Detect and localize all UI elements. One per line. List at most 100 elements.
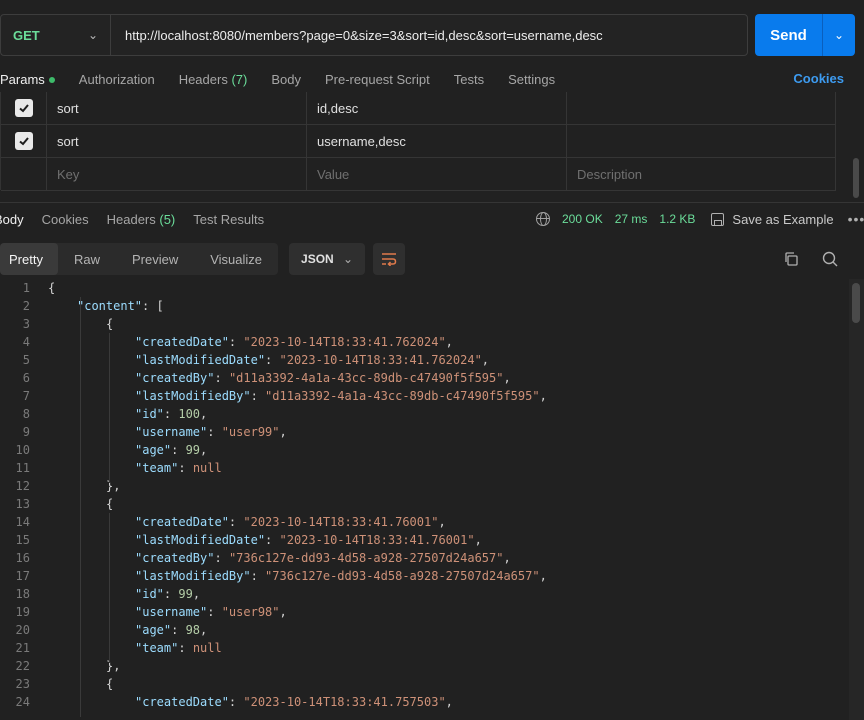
line-number: 19 <box>15 605 30 619</box>
view-pretty-button[interactable]: Pretty <box>0 243 58 275</box>
param-checkbox[interactable] <box>14 99 33 117</box>
scrollbar-thumb[interactable] <box>852 283 860 323</box>
param-checkbox-cell <box>1 158 47 190</box>
method-select[interactable]: GET ⌄ <box>1 15 111 55</box>
line-number: 24 <box>15 695 30 709</box>
code-text: "lastModifiedDate": "2023-10-14T18:33:41… <box>135 533 482 547</box>
save-as-example-button[interactable]: Save as Example <box>711 211 834 227</box>
chevron-down-icon: ⌄ <box>342 252 354 266</box>
param-checkbox[interactable] <box>14 132 33 150</box>
code-text: "createdDate": "2023-10-14T18:33:41.7620… <box>135 335 453 349</box>
param-value-input[interactable]: Value <box>307 158 567 190</box>
view-raw-button[interactable]: Raw <box>58 243 116 275</box>
code-line: 10 "age": 99, <box>0 441 848 459</box>
response-meta: 200 OK 27 ms 1.2 KB Save as Example ••• <box>536 210 864 228</box>
line-number: 1 <box>22 281 30 295</box>
code-line: 20 "age": 98, <box>0 621 848 639</box>
request-tabs: Params Authorization Headers (7) Body Pr… <box>0 66 864 92</box>
table-row: sort id,desc <box>1 92 836 125</box>
code-line: 13 { <box>0 495 848 513</box>
code-line: 19 "username": "user98", <box>0 603 848 621</box>
tab-body[interactable]: Body <box>271 72 301 87</box>
param-description[interactable] <box>567 125 836 157</box>
wrap-lines-button[interactable] <box>373 243 406 275</box>
send-options-chevron-icon[interactable]: ⌄ <box>823 14 855 56</box>
response-time[interactable]: 27 ms <box>615 212 648 226</box>
cookies-link[interactable]: Cookies <box>793 71 844 86</box>
param-description[interactable] <box>567 92 836 124</box>
code-line: 2 "content": [ <box>0 297 848 315</box>
line-number: 15 <box>15 533 30 547</box>
table-row: sort username,desc <box>1 125 836 158</box>
param-key[interactable]: sort <box>47 92 307 124</box>
tab-settings[interactable]: Settings <box>508 72 555 87</box>
line-number: 10 <box>15 443 30 457</box>
tab-response-body[interactable]: Body <box>0 212 24 227</box>
line-number: 2 <box>22 299 30 313</box>
line-number: 14 <box>15 515 30 529</box>
code-text: "createdDate": "2023-10-14T18:33:41.7575… <box>135 695 453 709</box>
code-text: { <box>48 281 56 295</box>
code-line: 14 "createdDate": "2023-10-14T18:33:41.76… <box>0 513 848 531</box>
tab-response-headers[interactable]: Headers (5) <box>107 212 176 227</box>
line-number: 4 <box>22 335 30 349</box>
send-button[interactable]: Send ⌄ <box>755 14 855 56</box>
param-key-input[interactable]: Key <box>47 158 307 190</box>
view-preview-button[interactable]: Preview <box>116 243 194 275</box>
copy-icon[interactable] <box>783 251 799 267</box>
save-as-example-label: Save as Example <box>732 211 834 227</box>
response-body-code[interactable]: 1{2 "content": [3{4 "createdDate": "2023-1… <box>0 279 848 720</box>
status-badge[interactable]: 200 OK <box>562 212 603 226</box>
line-number: 13 <box>15 497 30 511</box>
tab-params-label: Params <box>0 71 45 87</box>
divider <box>0 202 864 203</box>
format-select[interactable]: JSON ⌄ <box>289 243 366 275</box>
params-table: sort id,desc sort username,desc Key Valu… <box>0 92 836 191</box>
code-text: "age": 99, <box>135 443 208 457</box>
view-visualize-button[interactable]: Visualize <box>194 243 278 275</box>
code-text: "createdDate": "2023-10-14T18:33:41.7600… <box>135 515 446 529</box>
active-dot-icon <box>48 77 55 84</box>
param-value[interactable]: id,desc <box>307 92 567 124</box>
tab-tests[interactable]: Tests <box>454 72 484 87</box>
indent-guide <box>109 513 110 663</box>
request-url-bar: GET ⌄ http://localhost:8080/members?page… <box>0 14 748 56</box>
line-number: 16 <box>15 551 30 565</box>
tab-authorization[interactable]: Authorization <box>79 72 155 87</box>
param-checkbox-cell <box>1 92 47 124</box>
code-line: 8 "id": 100, <box>0 405 848 423</box>
code-line: 4 "createdDate": "2023-10-14T18:33:41.762… <box>0 333 848 351</box>
param-description-input[interactable]: Description <box>567 158 836 190</box>
response-size[interactable]: 1.2 KB <box>659 212 695 226</box>
format-label: JSON <box>301 252 334 266</box>
line-number: 20 <box>15 623 30 637</box>
code-text: "team": null <box>135 461 222 475</box>
url-input[interactable]: http://localhost:8080/members?page=0&siz… <box>111 28 603 43</box>
tab-params[interactable]: Params <box>0 72 55 87</box>
params-scrollbar[interactable] <box>853 158 859 198</box>
response-toolbar: Pretty Raw Preview Visualize JSON ⌄ <box>0 243 406 275</box>
line-number: 5 <box>22 353 30 367</box>
tab-prerequest-script[interactable]: Pre-request Script <box>325 72 430 87</box>
code-text: "age": 98, <box>135 623 208 637</box>
tab-headers[interactable]: Headers (7) <box>179 72 248 87</box>
tab-response-headers-label: Headers <box>106 211 156 227</box>
response-headers-count: (5) <box>159 211 176 227</box>
code-text: "createdBy": "736c127e-dd93-4d58-a928-27… <box>135 551 511 565</box>
tab-response-cookies[interactable]: Cookies <box>42 212 89 227</box>
more-options-icon[interactable]: ••• <box>848 211 864 227</box>
indent-guide <box>80 297 81 717</box>
code-line: 12}, <box>0 477 848 495</box>
globe-icon[interactable] <box>536 212 550 226</box>
code-scrollbar[interactable] <box>849 279 864 720</box>
param-value[interactable]: username,desc <box>307 125 567 157</box>
tab-test-results[interactable]: Test Results <box>193 212 264 227</box>
search-icon[interactable] <box>822 251 838 267</box>
response-tabs: Body Cookies Headers (5) Test Results <box>0 210 282 228</box>
line-number: 7 <box>22 389 30 403</box>
method-label: GET <box>13 27 40 43</box>
param-key[interactable]: sort <box>47 125 307 157</box>
line-number: 18 <box>15 587 30 601</box>
code-text: "id": 100, <box>135 407 208 421</box>
code-text: "team": null <box>135 641 222 655</box>
